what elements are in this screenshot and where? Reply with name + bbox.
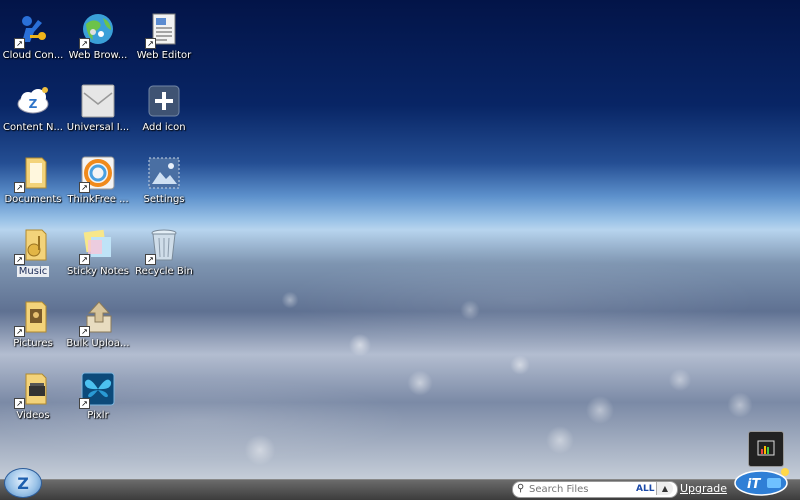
desktop-icon-label: Pictures xyxy=(13,338,53,349)
shortcut-arrow-icon: ↗ xyxy=(145,38,156,49)
desktop-icon-recycle-bin[interactable]: ↗ Recycle Bin xyxy=(131,228,197,294)
bar-chart-icon xyxy=(757,440,775,456)
desktop-icon-label: Music xyxy=(0,266,66,277)
desktop-icon-documents[interactable]: ↗ Documents xyxy=(0,156,66,222)
desktop-icon-pictures[interactable]: ↗ Pictures xyxy=(0,300,66,366)
desktop-icon-label: Videos xyxy=(16,410,50,421)
svg-text:iT: iT xyxy=(747,477,761,492)
desktop-icon-label: Web Editor xyxy=(136,50,192,61)
search-input[interactable] xyxy=(529,483,647,495)
desktop-icon-sticky-notes[interactable]: ↗ Sticky Notes xyxy=(65,228,131,294)
shortcut-arrow-icon: ↗ xyxy=(14,398,25,409)
desktop-icon-add[interactable]: Add icon xyxy=(131,84,197,150)
desktop-icon-label: Recycle Bin xyxy=(135,266,193,277)
shortcut-arrow-icon: ↗ xyxy=(14,182,25,193)
selected-label-text: Music xyxy=(16,266,50,277)
desktop-icon-label: Web Brow... xyxy=(68,50,128,61)
shortcut-arrow-icon: ↗ xyxy=(14,254,25,265)
desktop-icon-thinkfree[interactable]: ↗ ThinkFree ... xyxy=(65,156,131,222)
desktop-icon-content-network[interactable]: Z Content N... xyxy=(0,84,66,150)
desktop-icon-label: Universal I... xyxy=(66,122,130,133)
desktop-icon-label: Bulk Uploa... xyxy=(66,338,130,349)
upgrade-link[interactable]: Upgrade xyxy=(680,482,727,495)
system-tray-widget[interactable] xyxy=(748,431,784,467)
desktop-icon-cloud-connect[interactable]: ↗ Cloud Con... xyxy=(0,12,66,78)
settings-picture-icon xyxy=(148,157,180,189)
desktop-icon-music[interactable]: ↗ Music xyxy=(0,228,66,294)
site-logo-stamp: iT xyxy=(734,468,789,496)
desktop-icon-videos[interactable]: ↗ Videos xyxy=(0,372,66,438)
search-scope-all[interactable]: ALL xyxy=(636,483,654,495)
shortcut-arrow-icon: ↗ xyxy=(145,254,156,265)
desktop-icon-web-editor[interactable]: ↗ Web Editor xyxy=(131,12,197,78)
svg-text:Z: Z xyxy=(17,474,29,493)
shortcut-arrow-icon: ↗ xyxy=(14,326,25,337)
svg-text:Z: Z xyxy=(29,97,38,111)
desktop-icon-label: Sticky Notes xyxy=(67,266,129,277)
desktop-icon-settings[interactable]: Settings xyxy=(131,156,197,222)
desktop-icon-label: Add icon xyxy=(142,122,186,133)
search-scope-toggle-icon[interactable]: ▲ xyxy=(656,482,673,495)
desktop-icon-web-browser[interactable]: ↗ Web Brow... xyxy=(65,12,131,78)
plus-icon xyxy=(148,85,180,117)
desktop-icon-bulk-upload[interactable]: ↗ Bulk Uploa... xyxy=(65,300,131,366)
z-logo-icon: Z xyxy=(17,474,29,493)
desktop-icon-pixlr[interactable]: ↗ Pixlr xyxy=(65,372,131,438)
shortcut-arrow-icon: ↗ xyxy=(79,254,90,265)
start-button[interactable]: Z xyxy=(4,468,42,498)
desktop-icon-universal-inbox[interactable]: Universal I... xyxy=(65,84,131,150)
desktop-background: ↗ Cloud Con... ↗ Web Brow... ↗ Web Edito… xyxy=(0,0,800,479)
universal-inbox-envelope-icon xyxy=(81,84,115,118)
desktop-icon-label: Documents xyxy=(4,194,62,205)
shortcut-arrow-icon: ↗ xyxy=(14,38,25,49)
desktop-icon-label: Pixlr xyxy=(87,410,109,421)
content-network-cloud-icon: Z xyxy=(17,87,49,114)
desktop-icon-label: Settings xyxy=(143,194,185,205)
shortcut-arrow-icon: ↗ xyxy=(79,326,90,337)
search-icon: ⚲ xyxy=(517,483,525,494)
shortcut-arrow-icon: ↗ xyxy=(79,182,90,193)
shortcut-arrow-icon: ↗ xyxy=(79,398,90,409)
desktop-icon-label: Content N... xyxy=(3,122,63,133)
shortcut-arrow-icon: ↗ xyxy=(79,38,90,49)
desktop-icon-label: ThinkFree ... xyxy=(67,194,129,205)
desktop-icon-label: Cloud Con... xyxy=(2,50,64,61)
